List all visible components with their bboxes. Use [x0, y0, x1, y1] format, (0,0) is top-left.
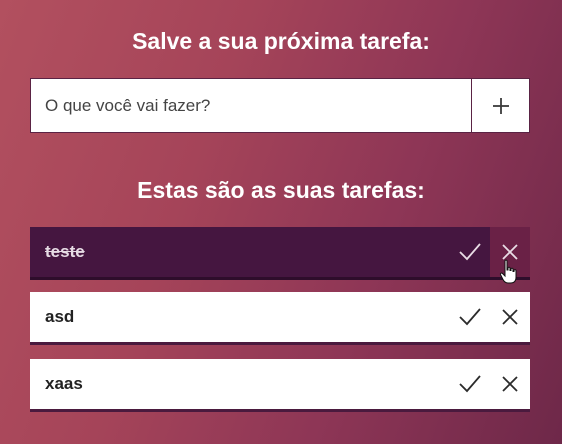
task-label: asd — [45, 307, 75, 326]
plus-icon — [492, 97, 509, 114]
new-task-heading: Salve a sua próxima tarefa: — [132, 28, 430, 54]
task-item: asd — [30, 292, 530, 345]
check-icon — [459, 243, 481, 261]
delete-task-button[interactable] — [490, 227, 530, 277]
task-label: xaas — [45, 374, 83, 393]
task-item-completed: teste — [30, 227, 530, 280]
new-task-form — [30, 78, 530, 133]
new-task-input[interactable] — [31, 79, 471, 132]
close-icon — [502, 376, 518, 392]
complete-task-button[interactable] — [450, 359, 490, 409]
add-task-button[interactable] — [471, 79, 529, 132]
check-icon — [459, 375, 481, 393]
complete-task-button[interactable] — [450, 227, 490, 277]
task-list-heading: Estas são as suas tarefas: — [137, 177, 425, 203]
close-icon — [502, 309, 518, 325]
delete-task-button[interactable] — [490, 292, 530, 342]
task-label: teste — [45, 242, 85, 261]
delete-task-button[interactable] — [490, 359, 530, 409]
close-icon — [502, 244, 518, 260]
check-icon — [459, 308, 481, 326]
complete-task-button[interactable] — [450, 292, 490, 342]
task-item: xaas — [30, 359, 530, 412]
